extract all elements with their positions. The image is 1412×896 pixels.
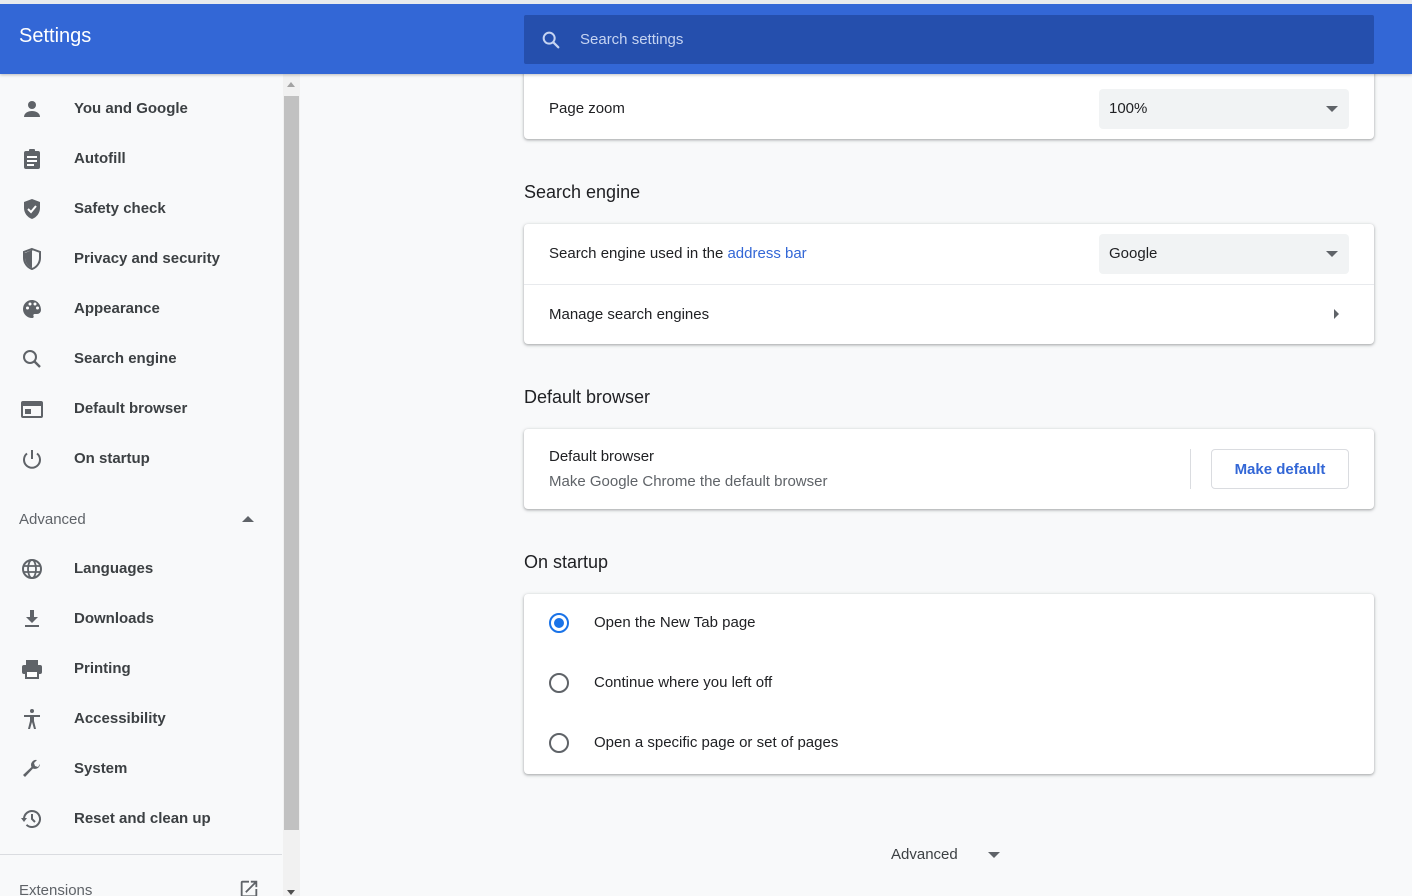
radio-button[interactable]	[549, 673, 569, 693]
search-icon	[542, 31, 560, 49]
person-icon	[24, 101, 40, 117]
sidebar-item-printing[interactable]: Printing	[0, 644, 282, 694]
make-default-button[interactable]: Make default	[1211, 449, 1349, 489]
download-icon	[25, 610, 39, 627]
search-engine-heading: Search engine	[524, 182, 641, 202]
browser-icon	[21, 401, 43, 418]
shield-check-icon	[24, 199, 40, 219]
open-in-new-icon	[240, 880, 258, 896]
scroll-down-arrow-icon[interactable]	[287, 890, 295, 895]
advanced-toggle-label: Advanced	[891, 846, 958, 863]
advanced-toggle-button[interactable]: Advanced	[880, 838, 1010, 868]
sidebar: You and Google Autofill Safety check Pri…	[0, 74, 282, 896]
advanced-section-toggle[interactable]: Advanced	[0, 494, 282, 544]
sidebar-item-autofill[interactable]: Autofill	[0, 134, 282, 184]
sidebar-item-label: System	[74, 760, 128, 777]
sidebar-item-label: Downloads	[74, 610, 155, 627]
sidebar-item-extensions[interactable]: Extensions	[0, 870, 282, 896]
radio-label: Open the New Tab page	[594, 614, 756, 631]
dropdown-arrow-icon	[1326, 251, 1338, 257]
clipboard-icon	[24, 149, 40, 169]
page-zoom-value: 100%	[1109, 100, 1148, 117]
search-engine-row-label: Search engine used in the address bar	[549, 245, 807, 262]
sidebar-item-appearance[interactable]: Appearance	[0, 284, 282, 334]
printer-icon	[22, 660, 42, 679]
sidebar-item-privacy-and-security[interactable]: Privacy and security	[0, 234, 282, 284]
radio-button-checked[interactable]	[549, 613, 569, 633]
sidebar-item-default-browser[interactable]: Default browser	[0, 384, 282, 434]
sidebar-item-label: You and Google	[74, 100, 188, 117]
scrollbar-thumb[interactable]	[284, 96, 299, 830]
sidebar-item-on-startup[interactable]: On startup	[0, 434, 282, 484]
sidebar-scrollbar[interactable]	[283, 74, 300, 896]
palette-icon	[23, 300, 41, 318]
sidebar-item-label: Printing	[74, 660, 131, 677]
search-box[interactable]	[524, 15, 1374, 64]
globe-icon	[22, 559, 42, 579]
power-icon	[23, 450, 41, 469]
default-browser-sublabel: Make Google Chrome the default browser	[549, 473, 828, 490]
on-startup-card: Open the New Tab page Continue where you…	[524, 594, 1374, 774]
search-input[interactable]	[580, 15, 1360, 64]
sidebar-item-label: Accessibility	[74, 710, 166, 727]
sidebar-item-accessibility[interactable]: Accessibility	[0, 694, 282, 744]
sidebar-item-label: Default browser	[74, 400, 188, 417]
arrow-right-icon	[1334, 309, 1339, 319]
startup-option-new-tab[interactable]: Open the New Tab page	[524, 594, 1374, 654]
sidebar-item-label: Reset and clean up	[74, 810, 211, 827]
default-browser-heading: Default browser	[524, 387, 651, 407]
sidebar-item-label: Extensions	[19, 882, 93, 896]
manage-search-engines-row[interactable]: Manage search engines	[524, 285, 1374, 344]
advanced-label: Advanced	[19, 511, 86, 528]
shield-icon	[23, 247, 41, 271]
sidebar-item-downloads[interactable]: Downloads	[0, 594, 282, 644]
sidebar-item-languages[interactable]: Languages	[0, 544, 282, 594]
search-engine-row-text: Search engine used in the	[549, 245, 728, 262]
page-zoom-select[interactable]: 100%	[1099, 89, 1349, 129]
sidebar-item-label: Autofill	[74, 150, 126, 167]
sidebar-item-label: Safety check	[74, 200, 166, 217]
sidebar-item-system[interactable]: System	[0, 744, 282, 794]
search-engine-card: Search engine used in the address bar Go…	[524, 224, 1374, 344]
sidebar-item-label: Appearance	[74, 300, 160, 317]
default-browser-card: Default browser Make Google Chrome the d…	[524, 429, 1374, 509]
sidebar-item-you-and-google[interactable]: You and Google	[0, 84, 282, 134]
sidebar-item-reset-and-clean-up[interactable]: Reset and clean up	[0, 794, 282, 844]
startup-option-continue[interactable]: Continue where you left off	[524, 654, 1374, 714]
sidebar-item-label: Languages	[74, 560, 154, 577]
accessibility-icon	[24, 709, 40, 729]
sidebar-item-label: Search engine	[74, 350, 177, 367]
default-browser-label: Default browser	[549, 448, 655, 465]
app-title: Settings	[19, 25, 92, 47]
chevron-down-icon	[988, 852, 1000, 858]
search-engine-select[interactable]: Google	[1099, 234, 1349, 274]
history-icon	[21, 810, 41, 828]
scroll-up-arrow-icon[interactable]	[287, 82, 295, 87]
chevron-up-icon	[242, 516, 254, 522]
search-engine-value: Google	[1109, 245, 1158, 262]
wrench-icon	[23, 759, 40, 777]
sidebar-item-safety-check[interactable]: Safety check	[0, 184, 282, 234]
startup-option-specific-pages[interactable]: Open a specific page or set of pages	[524, 714, 1374, 774]
top-bar: Settings	[0, 0, 1412, 74]
dropdown-arrow-icon	[1326, 106, 1338, 112]
sidebar-item-label: On startup	[74, 450, 150, 467]
radio-label: Continue where you left off	[594, 674, 773, 691]
sidebar-item-label: Privacy and security	[74, 250, 220, 267]
sidebar-divider	[0, 854, 282, 855]
on-startup-heading: On startup	[524, 552, 609, 572]
sidebar-item-search-engine[interactable]: Search engine	[0, 334, 282, 384]
vertical-separator	[1190, 449, 1191, 489]
page-zoom-label: Page zoom	[549, 100, 625, 117]
address-bar-link[interactable]: address bar	[727, 245, 806, 262]
manage-search-engines-label: Manage search engines	[549, 306, 710, 323]
radio-label: Open a specific page or set of pages	[594, 734, 839, 751]
radio-button[interactable]	[549, 733, 569, 753]
search-icon	[23, 350, 41, 368]
